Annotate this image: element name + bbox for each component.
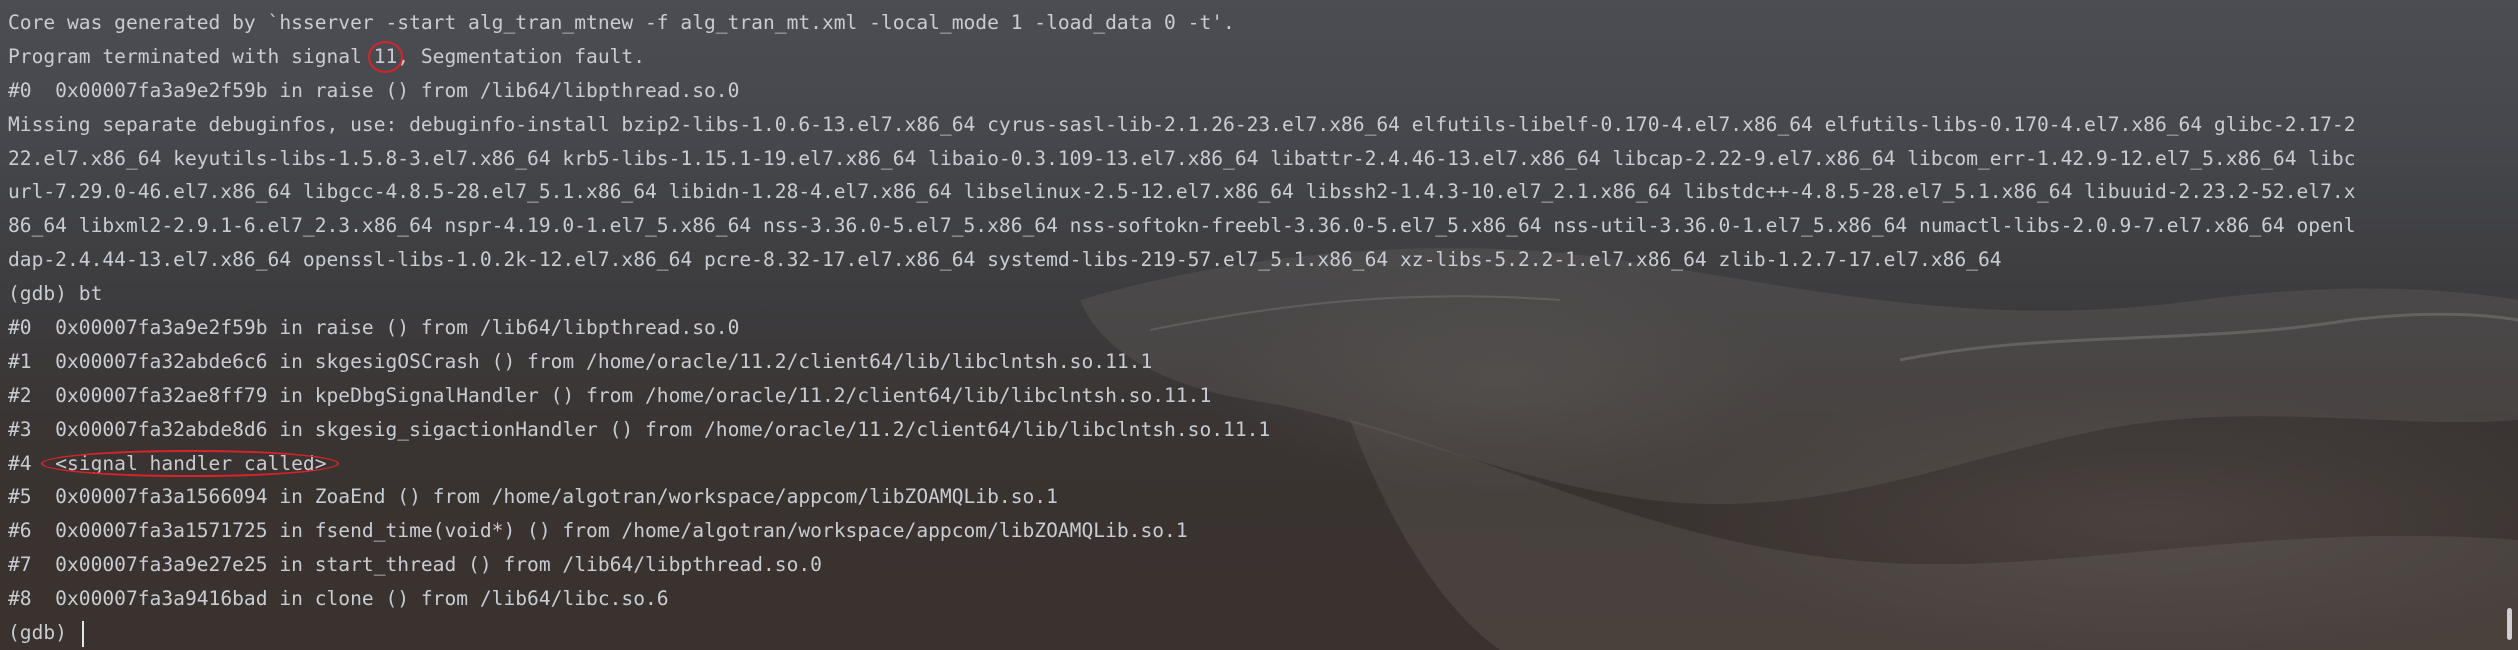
signal-handler-highlight: <signal handler called> [41, 447, 339, 481]
backtrace-frame: #1 0x00007fa32abde6c6 in skgesigOSCrash … [8, 349, 1153, 373]
terminal-line: url-7.29.0-46.el7.x86_64 libgcc-4.8.5-28… [8, 180, 2356, 204]
terminal-line: dap-2.4.44-13.el7.x86_64 openssl-libs-1.… [8, 248, 2002, 272]
terminal-line: #0 0x00007fa3a9e2f59b in raise () from /… [8, 78, 740, 102]
gdb-prompt-line[interactable]: (gdb) [8, 616, 2498, 650]
signal-number-highlight: 11 [367, 40, 403, 74]
backtrace-frame: #5 0x00007fa3a1566094 in ZoaEnd () from … [8, 485, 1058, 509]
signal-text: Program terminated with signal [8, 44, 374, 68]
terminal-window[interactable]: Core was generated by `hsserver -start a… [0, 0, 2518, 650]
terminal-line: Missing separate debuginfos, use: debugi… [8, 112, 2356, 136]
backtrace-frame: #2 0x00007fa32ae8ff79 in kpeDbgSignalHan… [8, 383, 1212, 407]
vertical-scrollbar[interactable] [2504, 0, 2518, 650]
terminal-line: Core was generated by `hsserver -start a… [8, 11, 1235, 34]
terminal-line: Program terminated with signal 11, Segme… [8, 40, 2498, 74]
backtrace-frame: #0 0x00007fa3a9e2f59b in raise () from /… [8, 316, 740, 340]
backtrace-frame: #6 0x00007fa3a1571725 in fsend_time(void… [8, 519, 1188, 543]
text-cursor [81, 620, 84, 647]
backtrace-frame: #7 0x00007fa3a9e27e25 in start_thread ()… [8, 553, 822, 577]
signal-text: , Segmentation fault. [397, 44, 646, 68]
backtrace-frame: #3 0x00007fa32abde8d6 in skgesig_sigacti… [8, 417, 1271, 441]
terminal-line: 86_64 libxml2-2.9.1-6.el7_2.3.x86_64 nsp… [8, 214, 2356, 238]
terminal-line: (gdb) bt [8, 282, 103, 306]
scrollbar-thumb[interactable] [2507, 608, 2512, 640]
terminal-line: 22.el7.x86_64 keyutils-libs-1.5.8-3.el7.… [8, 146, 2356, 170]
gdb-prompt: (gdb) [8, 621, 79, 645]
backtrace-frame: #4 <signal handler called> [8, 447, 2498, 481]
backtrace-frame: #8 0x00007fa3a9416bad in clone () from /… [8, 587, 669, 611]
terminal-output[interactable]: Core was generated by `hsserver -start a… [8, 6, 2498, 650]
